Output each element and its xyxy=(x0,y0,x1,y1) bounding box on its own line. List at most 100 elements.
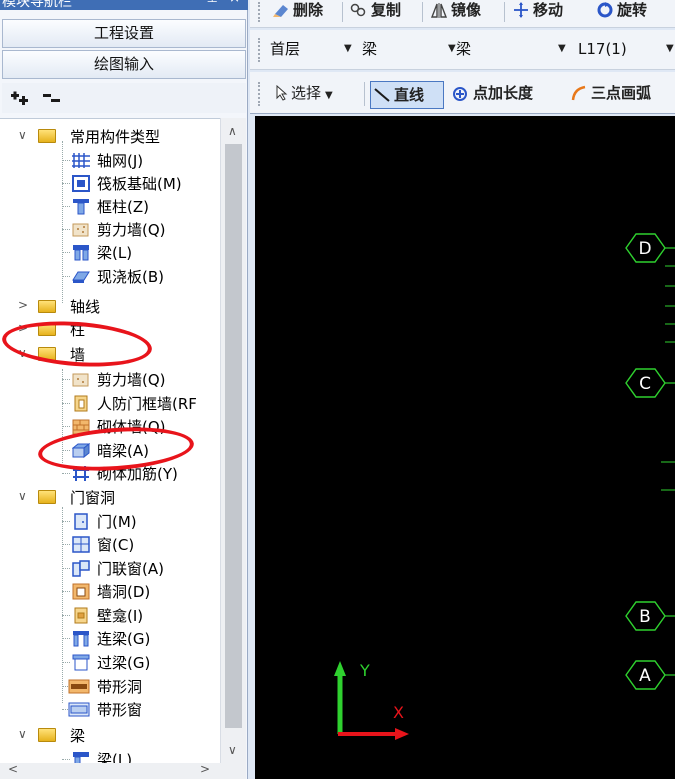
tree-item-beam-l[interactable]: 梁(L) xyxy=(0,748,220,763)
tree-item-strip-window[interactable]: 带形窗 xyxy=(0,698,220,721)
tree-item-lintel[interactable]: 过梁(G) xyxy=(0,651,220,674)
axis-bubble-a[interactable]: A xyxy=(625,660,675,690)
chevron-down-icon[interactable]: ∨ xyxy=(18,726,32,742)
tree-item-label: 梁(L) xyxy=(97,244,133,262)
axis-grid-icon xyxy=(72,153,90,168)
copy-button[interactable]: 复制 xyxy=(350,0,401,24)
drawing-toolbar: 选择 ▼ 直线 点加长度 三点画弧 xyxy=(250,72,675,114)
chevron-down-icon[interactable]: ∨ xyxy=(18,127,32,143)
close-icon[interactable]: × xyxy=(229,0,240,6)
tree-item-wall-shear[interactable]: 剪力墙(Q) xyxy=(0,368,220,391)
civil-defense-wall-icon xyxy=(74,395,88,412)
tree-item-label: 带形窗 xyxy=(97,701,143,719)
three-point-arc-button[interactable]: 三点画弧 xyxy=(570,83,651,107)
delete-label: 删除 xyxy=(293,1,324,19)
axis-bubble-b[interactable]: B xyxy=(625,601,675,631)
scroll-down-icon[interactable]: ∨ xyxy=(228,743,237,757)
type-dropdown[interactable]: 梁 ▼ xyxy=(456,37,566,61)
tree-horizontal-scrollbar[interactable]: < > xyxy=(0,762,246,779)
point-length-button[interactable]: 点加长度 xyxy=(452,83,533,107)
edit-toolbar: 删除 复制 镜像 移动 旋转 xyxy=(250,0,675,28)
folder-open-icon xyxy=(38,490,56,504)
dropdown-caret-icon: ▼ xyxy=(344,43,352,54)
axis-bubble-c[interactable]: C xyxy=(625,368,675,398)
tree-item-label: 剪力墙(Q) xyxy=(97,371,166,389)
tree-item-label: 轴网(J) xyxy=(97,152,144,170)
copy-label: 复制 xyxy=(371,1,402,19)
scroll-right-icon[interactable]: > xyxy=(200,762,210,776)
toolbar-grip[interactable] xyxy=(258,38,260,62)
drawing-canvas[interactable]: D C B A Y X xyxy=(255,116,675,779)
tree-item-frame-column[interactable]: 框柱(Z) xyxy=(0,195,220,218)
beam-icon xyxy=(73,245,89,261)
tree-item-axis-grid[interactable]: 轴网(J) xyxy=(0,149,220,172)
expand-all-icon[interactable] xyxy=(10,89,30,107)
engineering-settings-button[interactable]: 工程设置 xyxy=(2,19,246,48)
scroll-up-icon[interactable]: ∧ xyxy=(228,124,237,138)
chevron-down-icon[interactable]: ∨ xyxy=(18,488,32,504)
tree-item-wall-hole[interactable]: 墙洞(D) xyxy=(0,580,220,603)
tree-item-label: 带形洞 xyxy=(97,678,143,696)
delete-button[interactable]: 删除 xyxy=(272,0,323,24)
eraser-icon xyxy=(273,5,288,17)
category-value: 梁 xyxy=(362,40,378,58)
tree-item-beam[interactable]: 梁(L) xyxy=(0,241,220,264)
arc-icon xyxy=(571,85,586,101)
axis-bubble-d[interactable]: D xyxy=(625,233,675,263)
collapse-all-icon[interactable] xyxy=(42,89,62,107)
move-label: 移动 xyxy=(533,1,564,19)
tree-item-label: 连梁(G) xyxy=(97,630,151,648)
panel-title-bar: 模块导航栏 ⊥ × xyxy=(0,0,248,10)
tree-node-label: 轴线 xyxy=(70,298,101,316)
drawing-input-button[interactable]: 绘图输入 xyxy=(2,50,246,79)
wall-hole-icon xyxy=(72,583,90,600)
floor-dropdown[interactable]: 首层 ▼ xyxy=(270,37,358,61)
folder-open-icon xyxy=(38,728,56,742)
toolbar-grip[interactable] xyxy=(258,82,260,106)
tree-item-civil-defense-wall[interactable]: 人防门框墙(RF xyxy=(0,392,220,415)
tree-item-door[interactable]: 门(M) xyxy=(0,510,220,533)
tree-item-label: 门联窗(A) xyxy=(97,560,164,578)
line-button[interactable]: 直线 xyxy=(370,81,444,109)
tree-item-niche[interactable]: 壁龛(I) xyxy=(0,604,220,627)
tree-item-label: 墙洞(D) xyxy=(97,583,151,601)
tree-node-openings[interactable]: ∨ 门窗洞 xyxy=(0,486,220,509)
rotate-label: 旋转 xyxy=(617,1,648,19)
dropdown-caret-icon: ▼ xyxy=(558,43,566,54)
scroll-left-icon[interactable]: < xyxy=(8,762,18,776)
component-dropdown[interactable]: L17(1) ▼ xyxy=(578,37,675,61)
tree-vertical-scrollbar[interactable]: ∧ ∨ xyxy=(220,118,246,763)
tree-item-link-beam[interactable]: 连梁(G) xyxy=(0,627,220,650)
tree-item-window[interactable]: 窗(C) xyxy=(0,533,220,556)
tree-item-door-window[interactable]: 门联窗(A) xyxy=(0,557,220,580)
lintel-icon xyxy=(72,654,90,671)
tree-item-cast-slab[interactable]: 现浇板(B) xyxy=(0,265,220,288)
floor-value: 首层 xyxy=(270,40,301,58)
scroll-thumb[interactable] xyxy=(225,144,242,728)
tree-item-label: 梁(L) xyxy=(97,751,133,763)
folder-open-icon xyxy=(38,129,56,143)
tree-node-axis[interactable]: > 轴线 xyxy=(0,295,220,318)
axis-label-c: C xyxy=(639,374,651,394)
move-button[interactable]: 移动 xyxy=(512,0,563,24)
chevron-right-icon[interactable]: > xyxy=(18,297,32,313)
mirror-label: 镜像 xyxy=(451,1,482,19)
tree-item-shear-wall[interactable]: 剪力墙(Q) xyxy=(0,218,220,241)
tree-node-common-types[interactable]: ∨ 常用构件类型 xyxy=(0,125,220,148)
tree-item-strip-hole[interactable]: 带形洞 xyxy=(0,675,220,698)
tree-item-raft-foundation[interactable]: 筏板基础(M) xyxy=(0,172,220,195)
grid-ticks xyxy=(661,265,675,491)
rotate-icon xyxy=(597,2,613,18)
tree-item-label: 剪力墙(Q) xyxy=(97,221,166,239)
rotate-button[interactable]: 旋转 xyxy=(596,0,647,24)
mirror-button[interactable]: 镜像 xyxy=(430,0,481,24)
category-dropdown[interactable]: 梁 ▼ xyxy=(362,37,456,61)
tree-item-label: 过梁(G) xyxy=(97,654,151,672)
tree-node-beam[interactable]: ∨ 梁 xyxy=(0,724,220,747)
select-button[interactable]: 选择 ▼ xyxy=(274,83,333,107)
pin-icon[interactable]: ⊥ xyxy=(207,0,218,6)
window-icon xyxy=(72,536,90,553)
move-icon xyxy=(514,2,528,18)
strip-hole-icon xyxy=(68,679,90,694)
toolbar-grip[interactable] xyxy=(258,2,260,22)
